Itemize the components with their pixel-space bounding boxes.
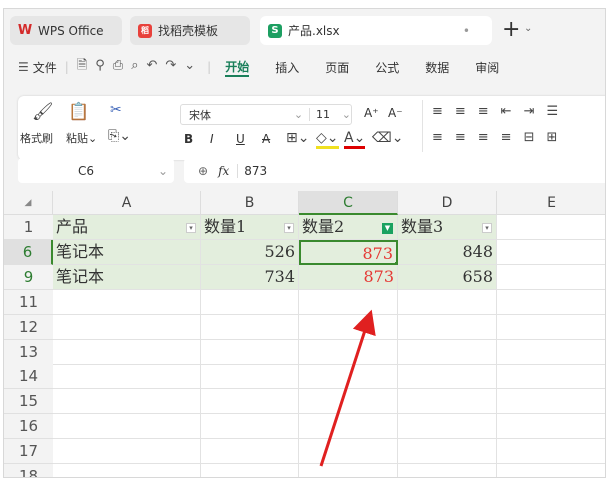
- red-arrow: [319, 309, 376, 467]
- wps-window: W WPS Office 稻 找稻壳模板 S 产品.xlsx • + ⌄ ☰ 文…: [3, 8, 606, 478]
- annotation-arrow: [319, 309, 376, 467]
